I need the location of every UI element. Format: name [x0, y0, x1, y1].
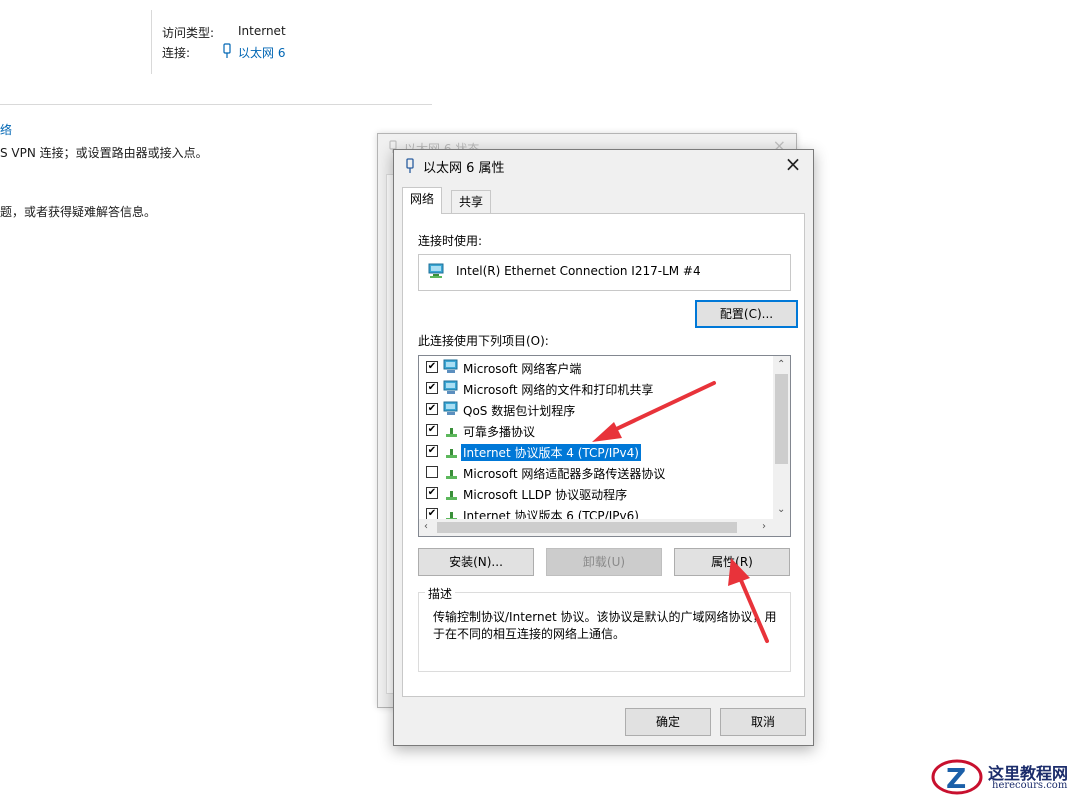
file-share-icon	[443, 380, 460, 396]
list-item[interactable]: Microsoft 网络适配器多路传送器协议	[419, 462, 775, 483]
configure-button[interactable]: 配置(C)...	[695, 300, 798, 328]
uninstall-button[interactable]: 卸载(U)	[546, 548, 662, 576]
bg-access-type-label: 访问类型:	[162, 26, 215, 40]
checkbox[interactable]: ✔	[426, 445, 438, 457]
dialog-title: 以太网 6 属性	[423, 161, 505, 176]
annotation-arrow-properties	[728, 558, 769, 643]
protocol-icon	[443, 464, 460, 480]
adapter-name: Intel(R) Ethernet Connection I217-LM #4	[456, 264, 701, 278]
horizontal-scroll-thumb[interactable]	[437, 522, 737, 533]
svg-text:Z: Z	[946, 762, 966, 795]
checkbox[interactable]: ✔	[426, 487, 438, 499]
adapter-box: Intel(R) Ethernet Connection I217-LM #4	[418, 254, 791, 291]
cancel-button[interactable]: 取消	[720, 708, 806, 736]
checkbox[interactable]: ✔	[426, 403, 438, 415]
dialog-title-icon	[404, 158, 416, 174]
watermark: Z 这里教程网 herecours.com	[930, 756, 1078, 797]
list-item-label: Microsoft LLDP 协议驱动程序	[463, 488, 628, 502]
scroll-up-icon[interactable]: ⌃	[777, 359, 785, 370]
network-adapter-icon	[428, 263, 446, 282]
bg-connection-label: 连接:	[162, 46, 191, 60]
description-legend: 描述	[425, 585, 456, 602]
bg-left-link-fragment[interactable]: 络	[0, 121, 12, 138]
bg-divider-vertical	[151, 10, 152, 74]
checkbox[interactable]	[426, 466, 438, 478]
list-item[interactable]: ✔ Microsoft LLDP 协议驱动程序	[419, 483, 775, 504]
checkbox[interactable]: ✔	[426, 361, 438, 373]
vertical-scroll-thumb[interactable]	[775, 374, 788, 464]
protocol-icon	[443, 422, 460, 438]
list-item-label: QoS 数据包计划程序	[463, 404, 576, 418]
list-item-label: Microsoft 网络适配器多路传送器协议	[463, 467, 666, 481]
bg-left-text-2: 题，或者获得疑难解答信息。	[0, 205, 157, 219]
protocol-icon	[443, 443, 460, 459]
protocol-icon	[443, 485, 460, 501]
items-label: 此连接使用下列项目(O):	[418, 334, 549, 348]
ethernet-small-icon	[222, 43, 232, 62]
bg-access-type-value: Internet	[238, 24, 286, 38]
vertical-scrollbar[interactable]: ⌃ ⌄	[773, 356, 790, 521]
annotation-arrow-ipv4	[592, 381, 716, 442]
checkbox[interactable]: ✔	[426, 382, 438, 394]
install-button[interactable]: 安装(N)...	[418, 548, 534, 576]
tab-network[interactable]: 网络	[402, 187, 443, 214]
list-item-label: 可靠多播协议	[463, 425, 536, 439]
network-client-icon	[443, 359, 460, 375]
horizontal-scrollbar[interactable]: ‹ ›	[419, 519, 775, 536]
checkbox[interactable]: ✔	[426, 424, 438, 436]
watermark-logo-icon: Z	[931, 759, 983, 795]
scroll-left-icon[interactable]: ‹	[424, 521, 428, 532]
scrollbar-corner	[773, 519, 790, 536]
scroll-right-icon[interactable]: ›	[762, 521, 766, 532]
bg-left-text-1: S VPN 连接；或设置路由器或接入点。	[0, 146, 208, 160]
list-item-label: Microsoft 网络客户端	[463, 362, 582, 376]
qos-icon	[443, 401, 460, 417]
close-icon[interactable]: ×	[781, 152, 805, 176]
ok-button[interactable]: 确定	[625, 708, 711, 736]
scroll-down-icon[interactable]: ⌄	[777, 504, 785, 515]
bg-connection-link[interactable]: 以太网 6	[238, 44, 285, 61]
connect-using-label: 连接时使用:	[418, 234, 483, 248]
tab-sharing[interactable]: 共享	[451, 190, 492, 214]
watermark-url: herecours.com	[992, 780, 1068, 791]
bg-divider-horizontal	[0, 104, 432, 105]
list-item[interactable]: ✔ Microsoft 网络客户端	[419, 357, 775, 378]
